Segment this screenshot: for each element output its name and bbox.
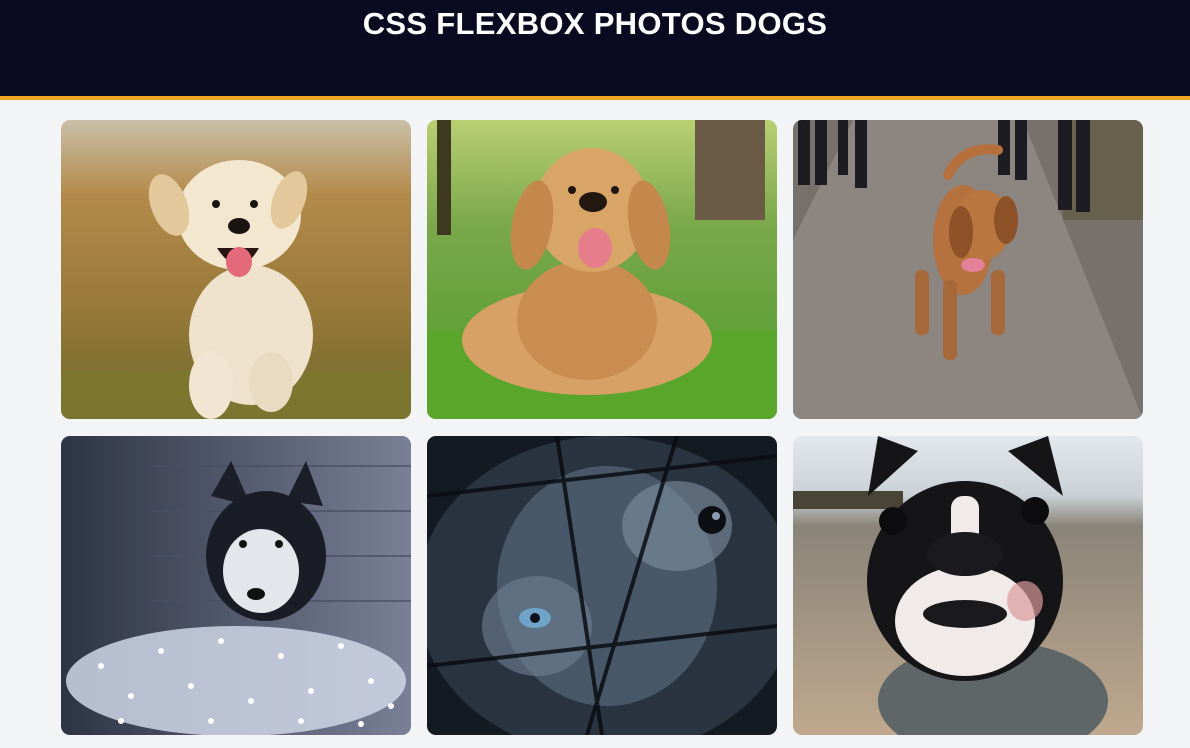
dog-photo-bloodhound[interactable] [793, 120, 1143, 419]
dog-photo-husky-closeup[interactable] [427, 436, 777, 735]
page-header: CSS FLEXBOX PHOTOS DOGS [0, 0, 1190, 100]
photo-gallery [61, 120, 1143, 735]
page-title: CSS FLEXBOX PHOTOS DOGS [362, 6, 828, 41]
dog-photo-boston-terrier[interactable] [793, 436, 1143, 735]
dog-photo-husky-lights[interactable] [61, 436, 411, 735]
dog-photo-golden-retriever[interactable] [427, 120, 777, 419]
dog-photo-golden-puppy[interactable] [61, 120, 411, 419]
